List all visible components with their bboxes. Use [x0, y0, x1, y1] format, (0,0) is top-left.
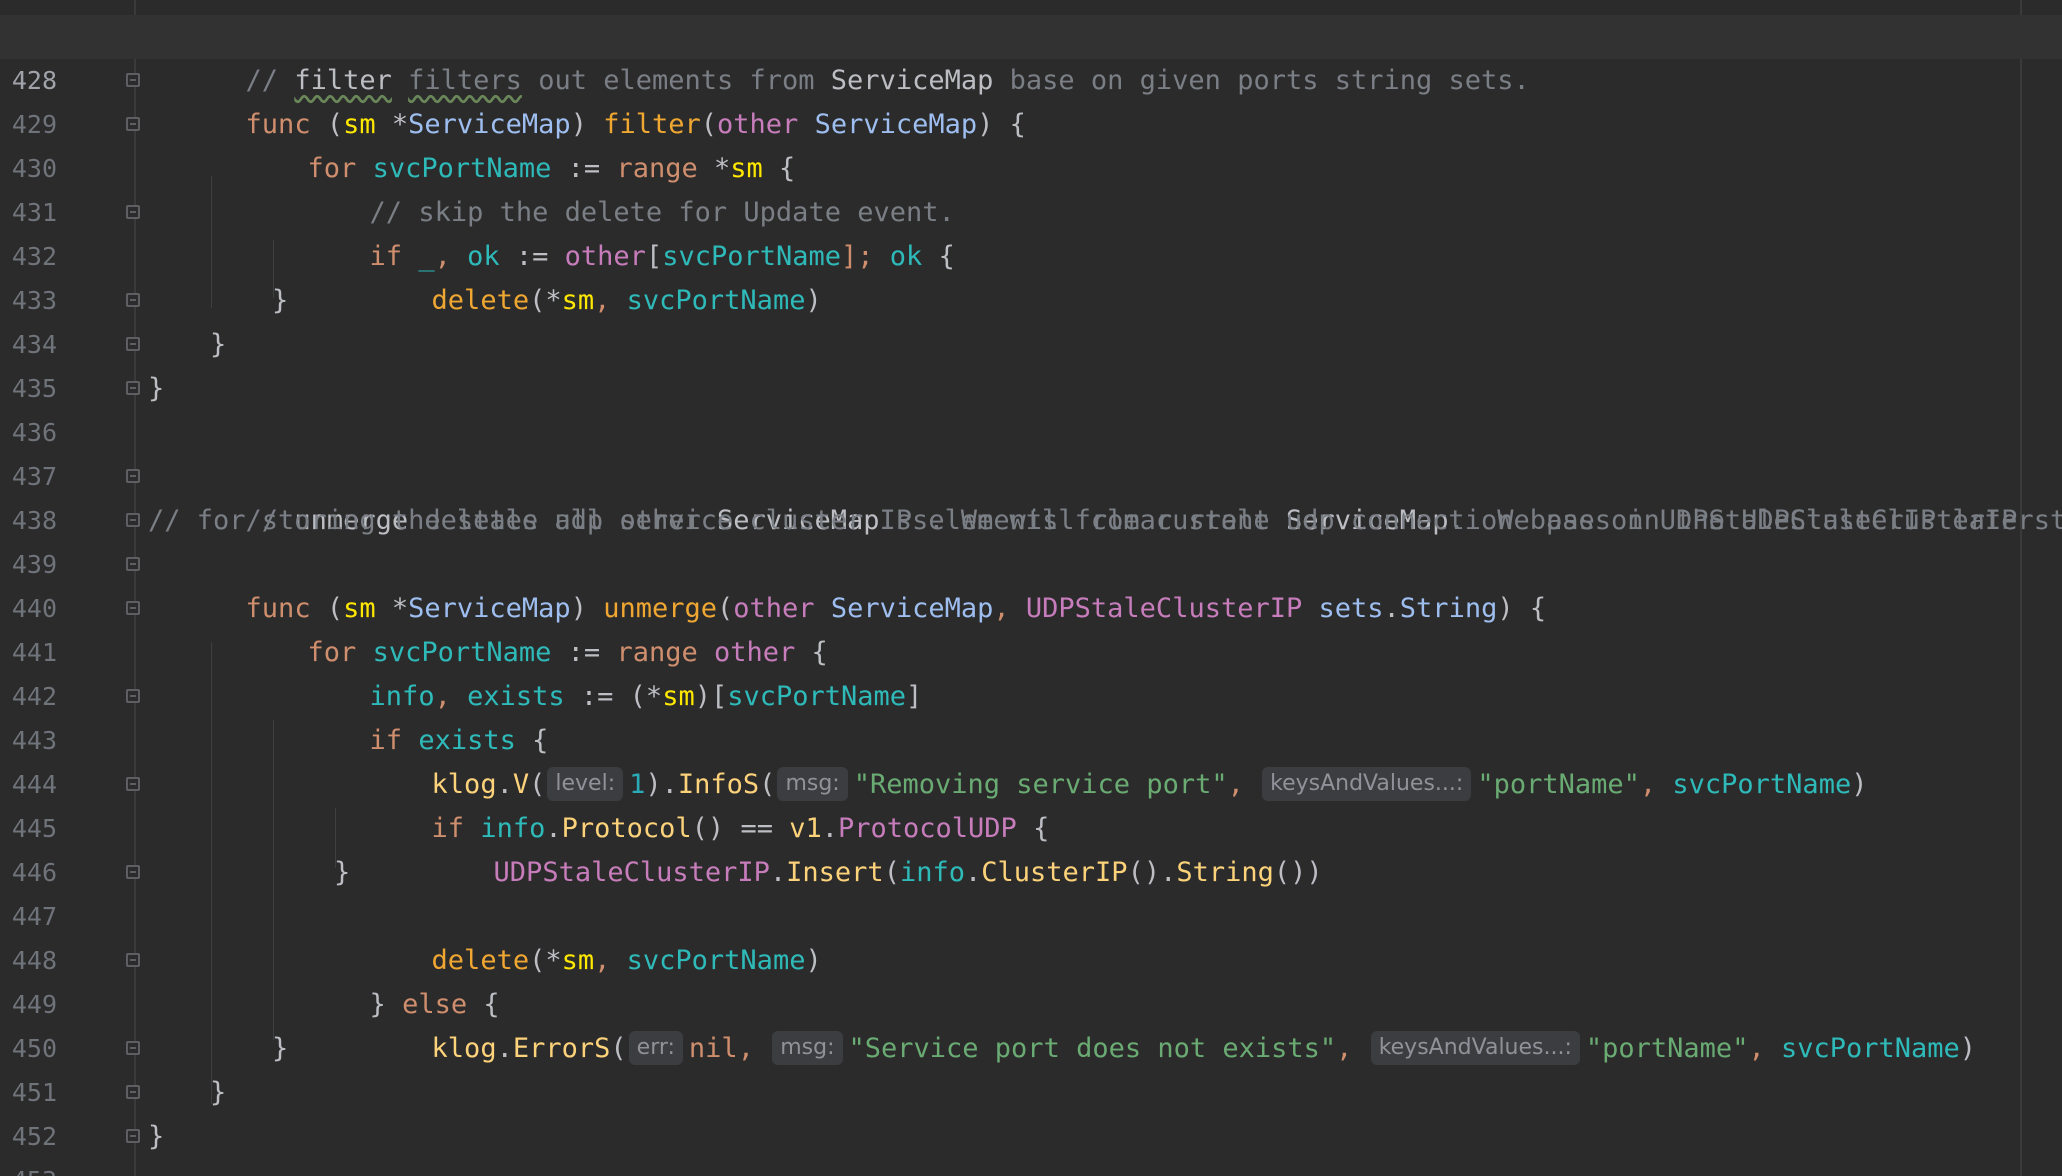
- fold-end-icon[interactable]: [126, 513, 140, 527]
- code-line[interactable]: 439 // for storing the stale udp service…: [0, 499, 2062, 579]
- comment: // for storing the stale udp service clu…: [148, 505, 2034, 536]
- fold-toggle-icon[interactable]: [126, 469, 140, 483]
- code-line[interactable]: 428 // filter filters out elements from …: [0, 15, 2062, 96]
- code-line[interactable]: 434 }: [0, 279, 2062, 359]
- code-line[interactable]: 443 if exists {: [0, 675, 2062, 756]
- fold-toggle-icon[interactable]: [126, 601, 140, 615]
- punct: }: [210, 1077, 227, 1108]
- fold-toggle-icon[interactable]: [126, 73, 140, 87]
- code-line[interactable]: 446 UDPStaleClusterIP.Insert(info.Cluste…: [0, 807, 2062, 888]
- code-line[interactable]: 437: [0, 411, 2062, 491]
- fold-end-icon[interactable]: [126, 293, 140, 307]
- fold-toggle-icon[interactable]: [126, 777, 140, 791]
- punct: }: [272, 1033, 289, 1064]
- code-line[interactable]: 435 }: [0, 323, 2062, 403]
- code-editor[interactable]: 428 // filter filters out elements from …: [0, 0, 2062, 1176]
- fold-end-icon[interactable]: [126, 1085, 140, 1099]
- code-line[interactable]: 433 delete(*sm, svcPortName): [0, 235, 2062, 316]
- code-line[interactable]: 441 for svcPortName := range other {: [0, 587, 2062, 668]
- code-line[interactable]: 436 }: [0, 367, 2062, 447]
- code-line[interactable]: 432 if _, ok := other[svcPortName]; ok {: [0, 191, 2062, 272]
- punct: }: [210, 329, 227, 360]
- code-line[interactable]: 442 info, exists := (*sm)[svcPortName]: [0, 631, 2062, 712]
- punct: }: [148, 373, 165, 404]
- fold-toggle-icon[interactable]: [126, 205, 140, 219]
- code-line[interactable]: 445 if info.Protocol() == v1.ProtocolUDP…: [0, 763, 2062, 844]
- code-line[interactable]: 450 klog.ErrorS(err: nil, msg: "Service po…: [0, 983, 2062, 1065]
- line-number[interactable]: 453: [0, 1159, 57, 1176]
- code-line[interactable]: 438 // unmerge deletes all other Service…: [0, 455, 2062, 536]
- punct: }: [272, 285, 289, 316]
- fold-toggle-icon[interactable]: [126, 953, 140, 967]
- punct: }: [148, 1121, 165, 1152]
- fold-end-icon[interactable]: [126, 1129, 140, 1143]
- code-line[interactable]: 448 delete(*sm, svcPortName): [0, 895, 2062, 976]
- fold-end-icon[interactable]: [126, 381, 140, 395]
- fold-end-icon[interactable]: [126, 1041, 140, 1055]
- fold-end-icon[interactable]: [126, 337, 140, 351]
- code-line[interactable]: 449 } else {: [0, 939, 2062, 1020]
- code-line[interactable]: 444 klog.V(level: 1).InfoS(msg: "Removing …: [0, 719, 2062, 801]
- code-line[interactable]: 451 }: [0, 1027, 2062, 1107]
- fold-toggle-icon[interactable]: [126, 117, 140, 131]
- code-line[interactable]: 452 }: [0, 1071, 2062, 1151]
- code-line[interactable]: 430 for svcPortName := range *sm {: [0, 103, 2062, 184]
- fold-end-icon[interactable]: [126, 865, 140, 879]
- fold-toggle-icon[interactable]: [126, 689, 140, 703]
- fold-toggle-icon[interactable]: [126, 557, 140, 571]
- punct: }: [334, 857, 351, 888]
- code-line[interactable]: 453 }: [0, 1115, 2062, 1176]
- code-line[interactable]: 440 func (sm *ServiceMap) unmerge(other …: [0, 543, 2062, 624]
- code-line[interactable]: 429 func (sm *ServiceMap) filter(other S…: [0, 59, 2062, 140]
- code-line[interactable]: 431 // skip the delete for Update event.: [0, 147, 2062, 228]
- code-line[interactable]: 447 }: [0, 851, 2062, 931]
